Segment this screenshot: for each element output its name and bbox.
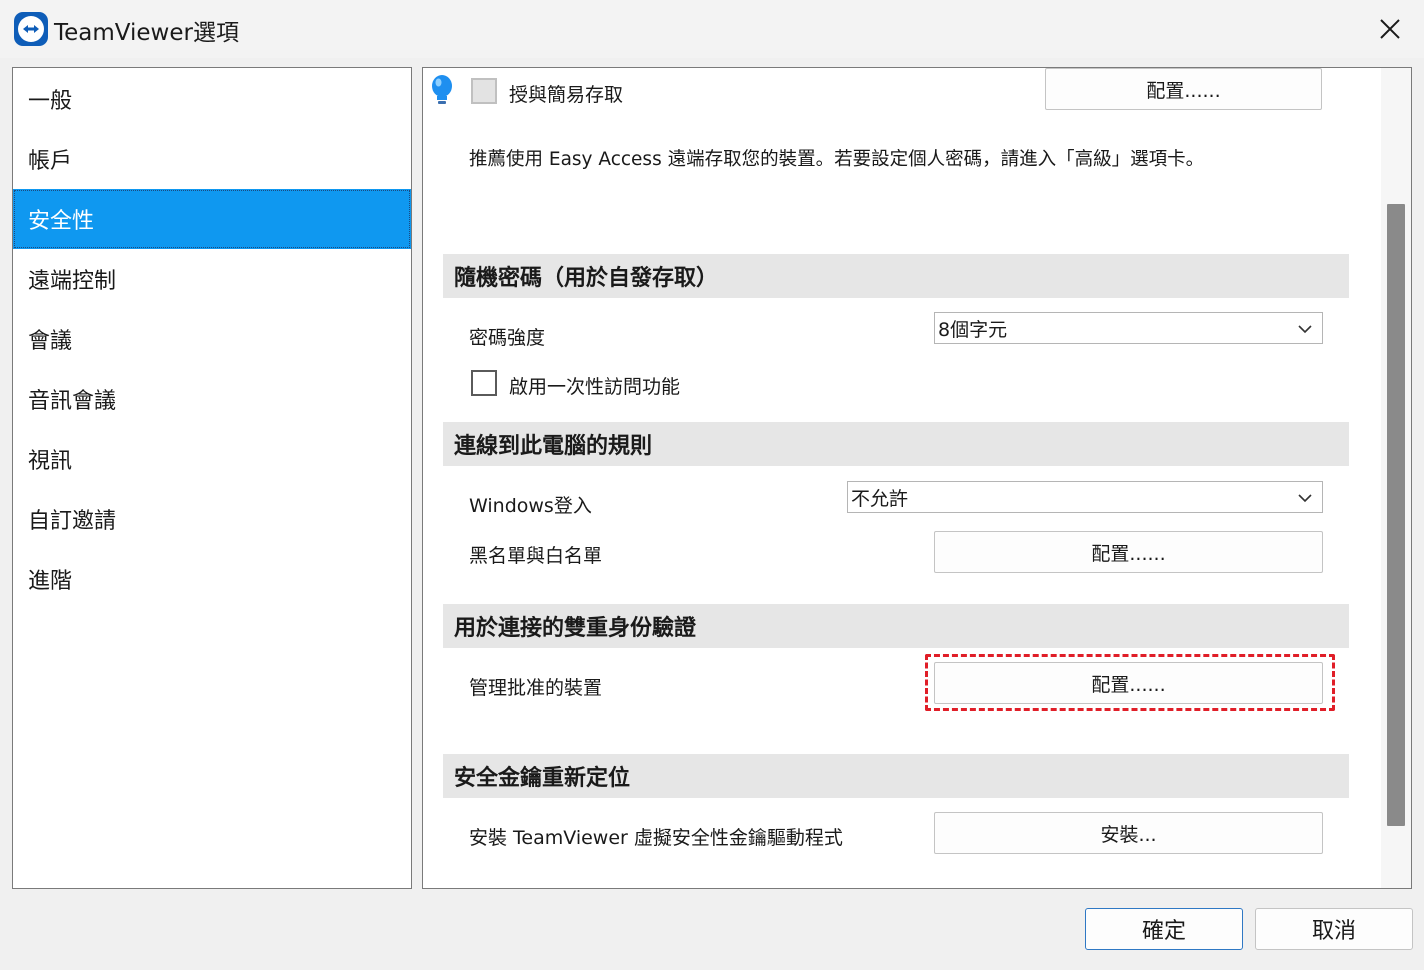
blacklist-configure-button[interactable]: 配置...... [934, 531, 1323, 573]
sidebar-item-security[interactable]: 安全性 [13, 189, 411, 249]
password-strength-label: 密碼強度 [469, 327, 546, 349]
install-button[interactable]: 安裝... [934, 812, 1323, 854]
sidebar-item-general[interactable]: 一般 [13, 69, 411, 129]
lightbulb-icon [432, 75, 452, 104]
sidebar-item-remote-control[interactable]: 遠端控制 [13, 249, 411, 309]
blacklist-whitelist-label: 黑名單與白名單 [469, 545, 603, 567]
chevron-down-icon [1298, 325, 1312, 334]
approved-devices-label: 管理批准的裝置 [469, 677, 603, 699]
password-strength-value: 8個字元 [938, 318, 1008, 341]
windows-login-value: 不允許 [851, 487, 909, 510]
sidebar-item-audio-conference[interactable]: 音訊會議 [13, 369, 411, 429]
security-key-header: 安全金鑰重新定位 [443, 754, 1349, 798]
install-security-key-label: 安裝 TeamViewer 虛擬安全性金鑰驅動程式 [469, 827, 843, 849]
close-button[interactable] [1362, 6, 1418, 52]
title-bar: TeamViewer選項 [0, 0, 1424, 58]
chevron-down-icon [1298, 494, 1312, 503]
sidebar-item-video[interactable]: 視訊 [13, 429, 411, 489]
one-time-access-label: 啟用一次性訪問功能 [509, 376, 681, 398]
window-title: TeamViewer選項 [54, 20, 239, 46]
category-sidebar: 一般 帳戶 安全性 遠端控制 會議 音訊會議 視訊 自訂邀請 進階 [12, 67, 412, 889]
windows-login-select[interactable]: 不允許 [847, 481, 1323, 513]
easy-access-label: 授與簡易存取 [509, 84, 624, 106]
approved-devices-configure-button[interactable]: 配置...... [934, 662, 1323, 704]
easy-access-checkbox[interactable] [471, 78, 497, 104]
windows-login-label: Windows登入 [469, 495, 592, 517]
connection-rules-header: 連線到此電腦的規則 [443, 422, 1349, 466]
sidebar-item-account[interactable]: 帳戶 [13, 129, 411, 189]
sidebar-item-advanced[interactable]: 進階 [13, 549, 411, 609]
easy-access-description: 推薦使用 Easy Access 遠端存取您的裝置。若要設定個人密碼，請進入「高… [469, 149, 1205, 170]
security-settings-panel: 授與簡易存取 配置...... 推薦使用 Easy Access 遠端存取您的裝… [422, 67, 1412, 889]
password-strength-select[interactable]: 8個字元 [934, 312, 1323, 344]
random-password-header: 隨機密碼（用於自發存取） [443, 254, 1349, 298]
teamviewer-logo-icon [14, 12, 48, 46]
easy-access-configure-button[interactable]: 配置...... [1045, 68, 1322, 110]
sidebar-item-meeting[interactable]: 會議 [13, 309, 411, 369]
scrollbar-thumb[interactable] [1387, 204, 1405, 826]
sidebar-item-custom-invitation[interactable]: 自訂邀請 [13, 489, 411, 549]
close-icon [1380, 19, 1400, 39]
one-time-access-checkbox[interactable] [471, 370, 497, 396]
ok-button[interactable]: 確定 [1085, 908, 1243, 950]
cancel-button[interactable]: 取消 [1255, 908, 1413, 950]
two-factor-header: 用於連接的雙重身份驗證 [443, 604, 1349, 648]
